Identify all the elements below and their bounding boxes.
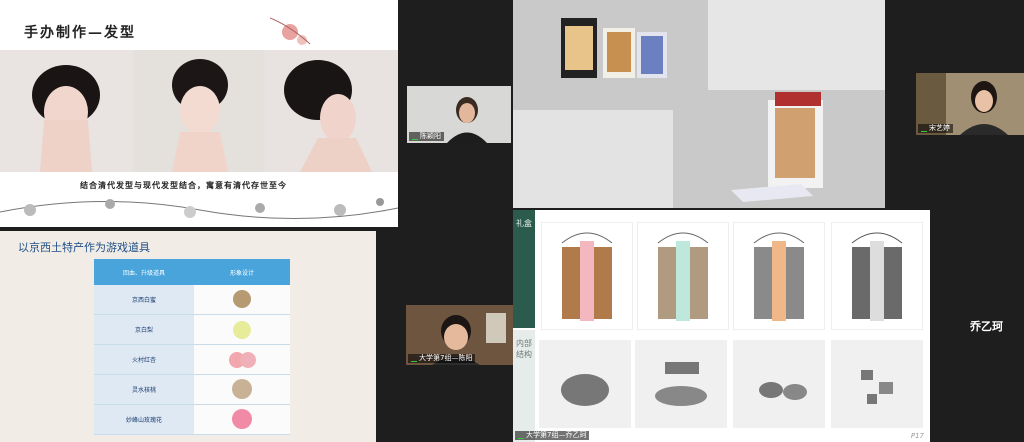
shared-slide-gift-box: 礼盒 内部结构 P17 大学第7组—乔乙珂: [513, 210, 930, 442]
table-header: 回血、升级道具: [94, 259, 194, 285]
structure-render: [635, 340, 727, 428]
participant-video-3[interactable]: 大学第7组—陈阳: [406, 305, 513, 365]
signal-icon: [921, 126, 927, 132]
table-cell: 灵水核桃: [94, 374, 194, 405]
table-row: 京西白蜜: [94, 285, 290, 315]
structure-render: [831, 340, 923, 428]
table-header-row: 回血、升级道具 形象设计: [94, 259, 290, 285]
signal-icon: [518, 433, 524, 439]
gift-box-image: [541, 222, 633, 330]
packaging-render: [513, 0, 885, 208]
side-label-structure: 内部结构: [513, 330, 535, 442]
gift-box-image: [831, 222, 923, 330]
flower-decoration: [269, 14, 320, 52]
table-cell: 火村红杏: [94, 344, 194, 375]
participant-name: 大学第7组—陈阳: [408, 354, 476, 363]
prop-image: [194, 344, 290, 375]
prop-image: [194, 404, 290, 435]
table-row: 灵水核桃: [94, 374, 290, 405]
side-label-gift: 礼盒: [513, 210, 535, 328]
prop-image: [194, 285, 290, 315]
figure-photos: [0, 50, 398, 172]
participant-name: 宋艺婷: [918, 124, 953, 133]
participant-video-2[interactable]: 宋艺婷: [916, 73, 1024, 135]
structure-render: [539, 340, 631, 428]
slide-caption: 结合清代发型与现代发型结合，寓意有清代存世至今: [80, 180, 287, 190]
active-participant-name: 乔乙珂: [970, 320, 1003, 333]
table-cell: 妙峰山玫瑰花: [94, 404, 194, 435]
props-table: 回血、升级道具 形象设计 京西白蜜 京白梨 火村红杏 灵水核桃 妙峰山玫瑰花: [94, 259, 290, 435]
table-header: 形象设计: [194, 259, 290, 285]
gift-box-image: [733, 222, 825, 330]
participant-name: 陈颖阳: [409, 132, 444, 141]
slide-title: 手办制作—发型: [24, 25, 136, 41]
structure-render: [733, 340, 825, 428]
prop-image: [194, 374, 290, 405]
table-row: 火村红杏: [94, 344, 290, 375]
shared-slide-props: 以京西土特产作为游戏道具 回血、升级道具 形象设计 京西白蜜 京白梨 火村红杏 …: [0, 231, 376, 442]
participant-video-1[interactable]: 陈颖阳: [407, 86, 511, 143]
table-row: 京白梨: [94, 314, 290, 345]
page-number: P17: [910, 432, 924, 440]
table-cell: 京白梨: [94, 314, 194, 345]
shared-slide-hairstyle: 手办制作—发型 结合清代发型与现代发型结合，寓意有清代存世至今: [0, 0, 398, 227]
signal-icon: [411, 356, 417, 362]
gift-box-image: [637, 222, 729, 330]
prop-image: [194, 314, 290, 345]
shared-slide-packaging: [513, 0, 885, 208]
participant-name: 大学第7组—乔乙珂: [515, 431, 590, 440]
table-row: 妙峰山玫瑰花: [94, 404, 290, 435]
signal-icon: [412, 134, 418, 140]
slide-title: 以京西土特产作为游戏道具: [18, 241, 150, 254]
table-cell: 京西白蜜: [94, 285, 194, 315]
